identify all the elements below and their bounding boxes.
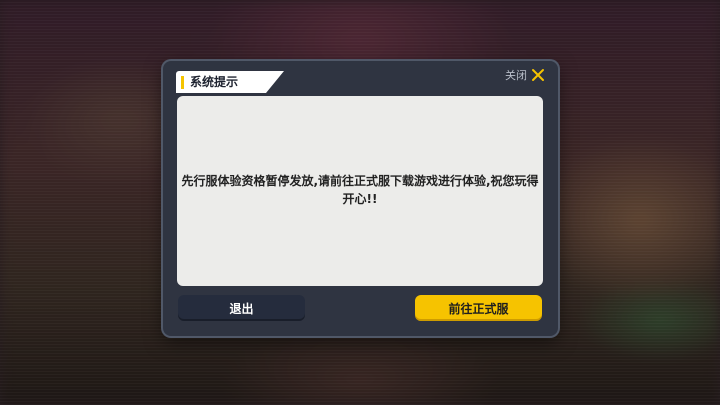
go-to-official-server-button[interactable]: 前往正式服 <box>415 295 542 321</box>
title-accent-bar <box>181 76 184 89</box>
dialog-title: 系统提示 <box>190 75 239 89</box>
close-x-icon <box>532 69 544 81</box>
dialog-message: 先行服体验资格暂停发放,请前往正式服下载游戏进行体验,祝您玩得开心!! <box>181 174 539 206</box>
close-label: 关闭 <box>505 69 527 82</box>
close-button[interactable]: 关闭 <box>505 66 545 84</box>
exit-button[interactable]: 退出 <box>178 295 305 321</box>
